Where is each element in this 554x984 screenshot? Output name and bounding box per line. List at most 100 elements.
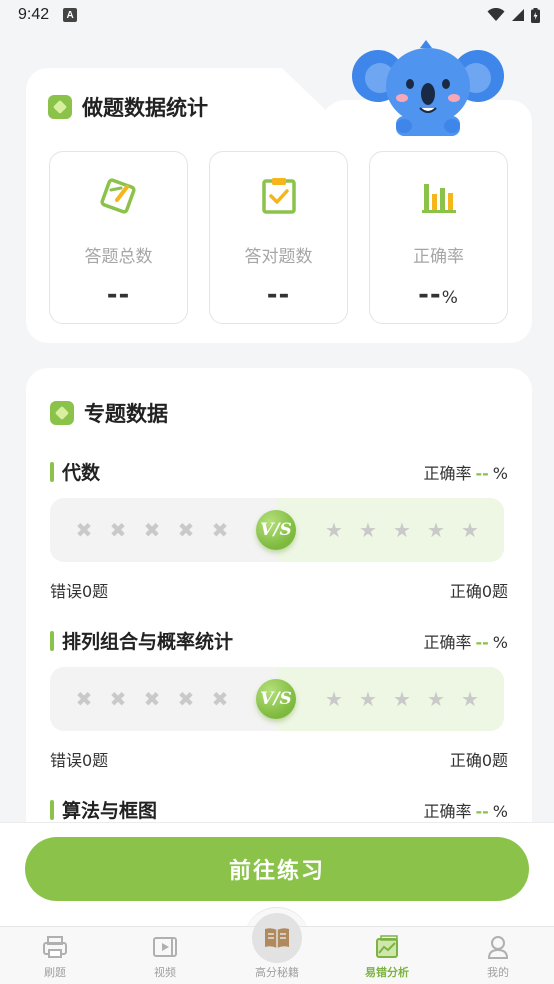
topic-accuracy: 正确率 --% (424, 460, 509, 484)
star-icon: ★ (325, 687, 343, 711)
topic-name-text: 代数 (62, 462, 101, 484)
rate-unit: % (492, 633, 508, 652)
cross-icon: ✖ (211, 518, 229, 542)
tab-label: 刷题 (44, 966, 66, 979)
vs-track: ✖ ✖ ✖ ✖ ✖ ★ ★ ★ ★ ★ V/S (50, 498, 504, 562)
star-icon: ★ (359, 687, 377, 711)
topics-section-title: 专题数据 (50, 398, 168, 428)
topic-accuracy: 正确率 --% (424, 629, 509, 653)
cross-icon: ✖ (177, 518, 195, 542)
tab-label: 视频 (154, 966, 176, 979)
rate-value: -- (475, 464, 489, 483)
vs-badge: V/S (256, 679, 296, 719)
cross-icon: ✖ (75, 687, 93, 711)
topic-accuracy: 正确率 --% (424, 798, 509, 822)
topics-card: 专题数据 代数 正确率 --% ✖ ✖ ✖ ✖ ✖ ★ ★ ★ ★ ★ V/S 错误0题 正确0题… (26, 368, 532, 848)
tab-label: 我的 (487, 966, 509, 979)
topic-accent-bar (50, 799, 54, 820)
rate-label: 正确率 (423, 802, 472, 821)
vs-track: ✖ ✖ ✖ ✖ ✖ ★ ★ ★ ★ ★ V/S (50, 667, 504, 731)
person-icon (487, 936, 509, 959)
right-count: 正确0题 (449, 751, 508, 770)
stat-value: -- (106, 280, 131, 310)
rate-unit: % (492, 464, 508, 483)
wrong-marks: ✖ ✖ ✖ ✖ ✖ (74, 498, 230, 562)
wrong-marks: ✖ ✖ ✖ ✖ ✖ (74, 667, 230, 731)
star-icon: ★ (461, 687, 479, 711)
koala-mascot (352, 40, 504, 136)
status-bar: 9:42 A (0, 0, 554, 30)
accuracy-value: -- (418, 280, 442, 310)
pencil-badge-icon (48, 95, 72, 119)
star-icon: ★ (427, 687, 445, 711)
tab-label: 高分秘籍 (255, 966, 299, 979)
stat-value: --% (370, 280, 507, 310)
star-badge-icon (50, 401, 74, 425)
pencil-square-icon (99, 178, 136, 214)
wifi-icon (487, 8, 505, 21)
topic-accent-bar (50, 461, 54, 482)
stat-label: 正确率 (413, 247, 464, 267)
cross-icon: ✖ (177, 687, 195, 711)
topics-title-text: 专题数据 (84, 402, 168, 426)
check-clipboard-icon (261, 178, 296, 214)
topic-item[interactable]: 排列组合与概率统计 正确率 --% ✖ ✖ ✖ ✖ ✖ ★ ★ ★ ★ ★ V/S 错误0题 正确… (50, 627, 509, 770)
rate-value: -- (475, 633, 489, 652)
correct-marks: ★ ★ ★ ★ ★ (324, 498, 480, 562)
cross-icon: ✖ (75, 518, 93, 542)
status-time: 9:42 (18, 6, 50, 23)
star-icon: ★ (359, 518, 377, 542)
star-icon: ★ (325, 518, 343, 542)
start-practice-button[interactable]: 前往练习 (25, 837, 529, 901)
rate-label: 正确率 (423, 633, 472, 652)
rate-unit: % (492, 802, 508, 821)
wrong-count: 错误0题 (50, 582, 109, 601)
chart-image-icon (376, 935, 398, 958)
accuracy-unit: % (441, 288, 459, 308)
topic-name-text: 算法与框图 (62, 800, 158, 822)
wrong-count: 错误0题 (50, 751, 109, 770)
tab-video[interactable]: 视频 (110, 933, 220, 980)
high-score-center-button[interactable] (252, 913, 302, 963)
star-icon: ★ (393, 687, 411, 711)
star-icon: ★ (427, 518, 445, 542)
topic-name: 算法与框图 (50, 796, 157, 823)
rate-label: 正确率 (423, 464, 472, 483)
topic-name-text: 排列组合与概率统计 (62, 631, 234, 653)
cross-icon: ✖ (211, 687, 229, 711)
topic-footer: 错误0题 正确0题 (50, 747, 508, 771)
star-icon: ★ (461, 518, 479, 542)
bar-chart-icon (421, 184, 456, 213)
right-count: 正确0题 (449, 582, 508, 601)
topic-item[interactable]: 代数 正确率 --% ✖ ✖ ✖ ✖ ✖ ★ ★ ★ ★ ★ V/S 错误0题 正确0题 (50, 458, 509, 601)
video-icon (153, 937, 177, 957)
topic-footer: 错误0题 正确0题 (50, 578, 508, 602)
cross-icon: ✖ (143, 518, 161, 542)
battery-icon (531, 7, 540, 23)
correct-marks: ★ ★ ★ ★ ★ (324, 667, 480, 731)
cross-icon: ✖ (109, 687, 127, 711)
signal-icon (512, 9, 524, 21)
notification-a-icon: A (63, 8, 78, 22)
cross-icon: ✖ (143, 687, 161, 711)
cross-icon: ✖ (109, 518, 127, 542)
stat-total-answered: 答题总数 -- (49, 151, 188, 324)
vs-badge: V/S (256, 510, 296, 550)
rate-value: -- (475, 802, 489, 821)
topic-name: 代数 (50, 458, 100, 485)
tab-profile[interactable]: 我的 (443, 933, 553, 980)
stat-correct-count: 答对题数 -- (209, 151, 348, 324)
tab-label: 易错分析 (365, 966, 409, 979)
star-icon: ★ (393, 518, 411, 542)
stat-label: 答题总数 (84, 247, 153, 267)
stats-title-text: 做题数据统计 (82, 96, 208, 120)
stat-label: 答对题数 (244, 247, 313, 267)
stat-value: -- (266, 280, 291, 310)
topic-accent-bar (50, 630, 54, 651)
tab-error-analysis[interactable]: 易错分析 (332, 933, 442, 980)
printer-icon (43, 936, 67, 958)
book-icon (265, 928, 289, 948)
topic-name: 排列组合与概率统计 (50, 627, 233, 654)
stats-section-title: 做题数据统计 (48, 92, 208, 122)
tab-practice[interactable]: 刷题 (0, 933, 110, 980)
